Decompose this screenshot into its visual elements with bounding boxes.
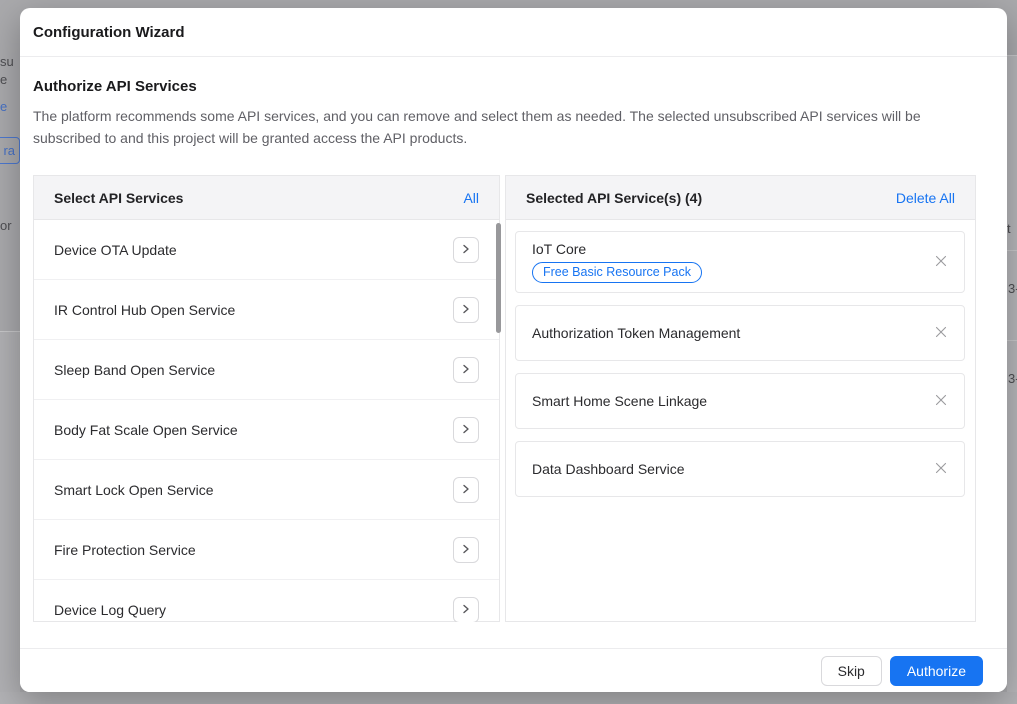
remove-service-button[interactable]	[932, 324, 950, 342]
remove-service-button[interactable]	[932, 253, 950, 271]
available-services-list[interactable]: Device OTA Update IR Control Hub Open Se…	[34, 220, 499, 622]
remove-service-button[interactable]	[932, 392, 950, 410]
chevron-right-icon	[461, 422, 471, 437]
add-service-button[interactable]	[453, 297, 479, 323]
selected-api-services-panel: Selected API Service(s) (4) Delete All I…	[505, 175, 976, 622]
background-text-fragment: 3-	[1008, 371, 1017, 386]
screen: su e e ra or t 3- 3- Configuration Wizar…	[0, 0, 1017, 704]
section-heading: Authorize API Services	[33, 78, 994, 95]
dialog-header: Configuration Wizard	[20, 8, 1007, 57]
background-tab-fragment: ra	[0, 137, 20, 164]
service-name: Device OTA Update	[54, 242, 177, 258]
dialog-title: Configuration Wizard	[33, 24, 185, 41]
select-api-services-panel: Select API Services All Device OTA Updat…	[33, 175, 500, 622]
background-text-fragment: 3-	[1008, 281, 1017, 296]
service-name: Smart Lock Open Service	[54, 482, 214, 498]
selected-service-card: Authorization Token Management	[515, 305, 965, 361]
background-text-fragment: t	[1007, 221, 1011, 236]
list-item: IR Control Hub Open Service	[34, 280, 499, 340]
selected-services-list: IoT Core Free Basic Resource Pack Author…	[506, 220, 975, 497]
add-service-button[interactable]	[453, 357, 479, 383]
section-description-line2: subscribed to and this project will be g…	[33, 127, 994, 149]
section-description-line1: The platform recommends some API service…	[33, 105, 994, 127]
resource-pack-badge: Free Basic Resource Pack	[532, 262, 702, 283]
scrollbar-thumb[interactable]	[496, 223, 501, 333]
background-left-strip	[0, 332, 20, 692]
background-divider	[1007, 340, 1017, 341]
chevron-right-icon	[461, 542, 471, 557]
service-name: Sleep Band Open Service	[54, 362, 215, 378]
selected-panel-title: Selected API Service(s) (4)	[526, 190, 702, 206]
service-name: Smart Home Scene Linkage	[532, 393, 916, 409]
background-divider	[1007, 55, 1017, 56]
add-service-button[interactable]	[453, 237, 479, 263]
background-text-fragment: or	[0, 218, 12, 233]
service-name: Device Log Query	[54, 602, 166, 618]
background-divider	[0, 331, 20, 332]
close-icon	[935, 394, 947, 409]
list-item: Device OTA Update	[34, 220, 499, 280]
selected-service-card: Data Dashboard Service	[515, 441, 965, 497]
select-all-link[interactable]: All	[463, 190, 479, 206]
service-name: Body Fat Scale Open Service	[54, 422, 238, 438]
delete-all-link[interactable]: Delete All	[896, 190, 955, 206]
chevron-right-icon	[461, 482, 471, 497]
background-text-fragment: su	[0, 54, 14, 69]
service-name: Authorization Token Management	[532, 325, 916, 341]
add-service-button[interactable]	[453, 537, 479, 563]
list-item: Fire Protection Service	[34, 520, 499, 580]
background-link-fragment: e	[0, 99, 7, 114]
close-icon	[935, 462, 947, 477]
add-service-button[interactable]	[453, 597, 479, 623]
section-description: The platform recommends some API service…	[33, 105, 994, 149]
select-panel-header: Select API Services All	[34, 176, 499, 220]
chevron-right-icon	[461, 242, 471, 257]
select-panel-title: Select API Services	[54, 190, 183, 206]
list-item: Smart Lock Open Service	[34, 460, 499, 520]
service-name: Fire Protection Service	[54, 542, 196, 558]
close-icon	[935, 326, 947, 341]
list-item: Sleep Band Open Service	[34, 340, 499, 400]
selected-service-card: IoT Core Free Basic Resource Pack	[515, 231, 965, 293]
background-text-fragment: e	[0, 72, 7, 87]
background-divider	[1007, 250, 1017, 251]
selected-service-card: Smart Home Scene Linkage	[515, 373, 965, 429]
configuration-wizard-dialog: Configuration Wizard Authorize API Servi…	[20, 8, 1007, 692]
add-service-button[interactable]	[453, 477, 479, 503]
chevron-right-icon	[461, 602, 471, 617]
list-item: Body Fat Scale Open Service	[34, 400, 499, 460]
dialog-footer: Skip Authorize	[20, 648, 1007, 692]
dialog-body: Authorize API Services The platform reco…	[20, 78, 1007, 622]
add-service-button[interactable]	[453, 417, 479, 443]
selected-panel-header: Selected API Service(s) (4) Delete All	[506, 176, 975, 220]
list-item: Device Log Query	[34, 580, 499, 622]
authorize-button[interactable]: Authorize	[890, 656, 983, 686]
chevron-right-icon	[461, 302, 471, 317]
remove-service-button[interactable]	[932, 460, 950, 478]
chevron-right-icon	[461, 362, 471, 377]
close-icon	[935, 255, 947, 270]
service-name: IoT Core	[532, 241, 916, 257]
background-bottom-strip	[0, 692, 1017, 704]
transfer-panels: Select API Services All Device OTA Updat…	[33, 175, 994, 622]
service-name: IR Control Hub Open Service	[54, 302, 235, 318]
skip-button[interactable]: Skip	[821, 656, 882, 686]
service-name: Data Dashboard Service	[532, 461, 916, 477]
